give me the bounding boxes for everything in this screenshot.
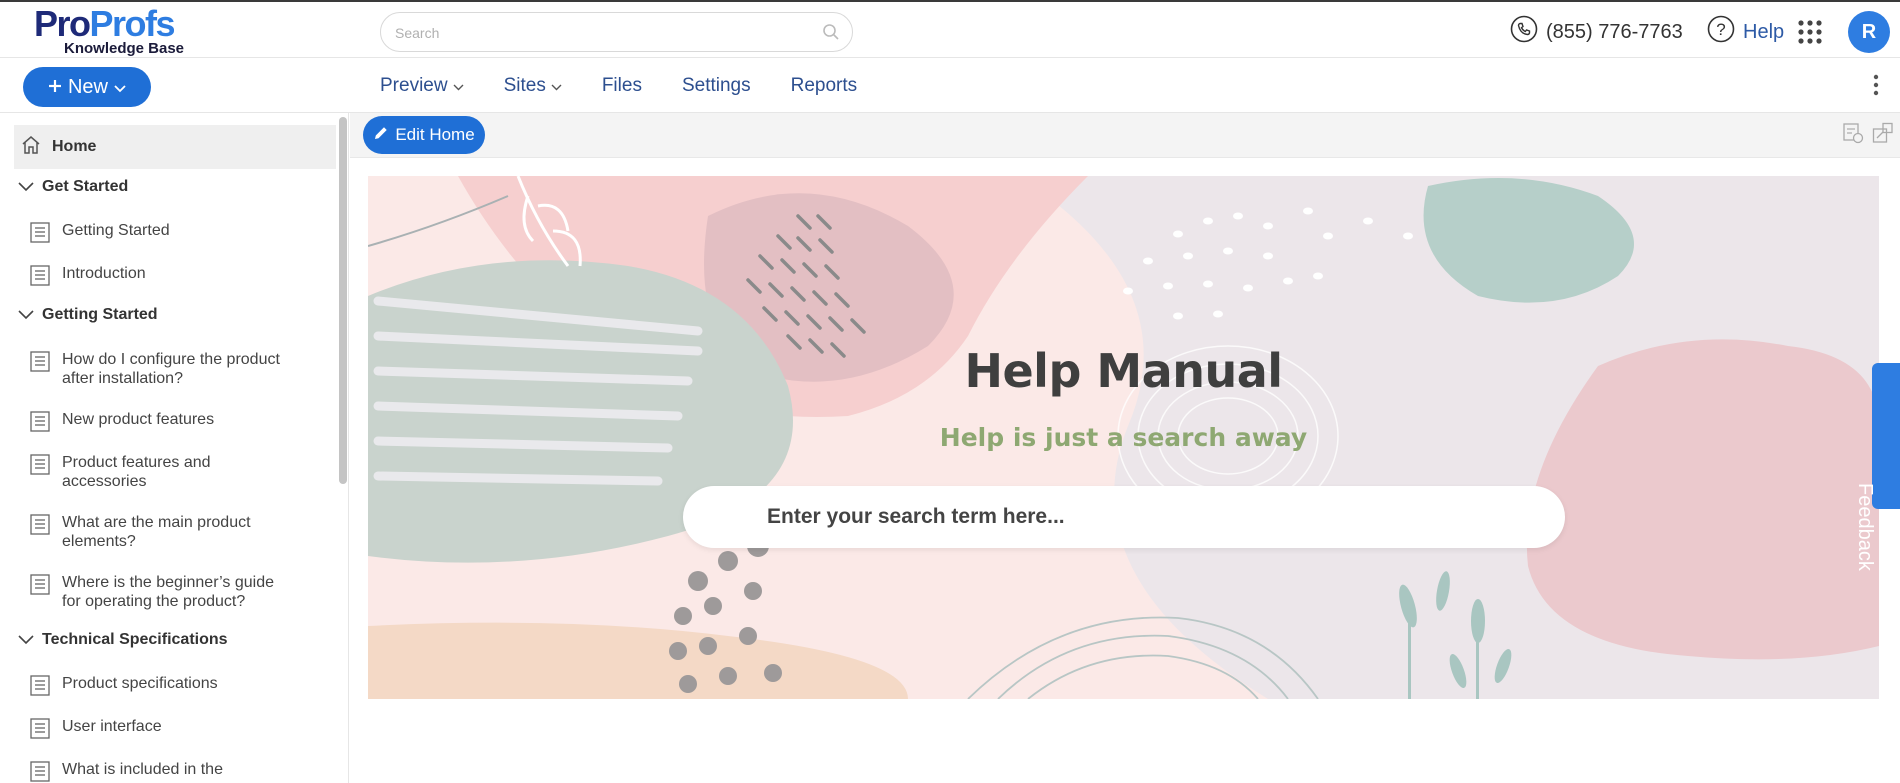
proprofs-logo[interactable]: ProProfs Knowledge Base <box>34 6 234 58</box>
knowledge-base-sidebar: Home Get Started Getting Started Introdu… <box>0 113 349 783</box>
chevron-down-icon <box>114 76 126 99</box>
chevron-down-icon <box>18 635 34 645</box>
apps-grid-icon[interactable] <box>1798 20 1822 49</box>
nav-settings-label: Settings <box>681 74 751 96</box>
help-label: Help <box>1743 20 1785 43</box>
chevron-down-icon <box>18 310 34 320</box>
help-link[interactable]: ? Help <box>1707 15 1785 49</box>
new-button-label: New <box>67 75 108 98</box>
banner-search-input[interactable] <box>767 503 1467 531</box>
article-title: Product specifications <box>62 675 218 692</box>
nav-reports-label: Reports <box>790 74 858 96</box>
section-title: Technical Specifications <box>42 631 228 648</box>
article-title: Product features and accessories <box>62 454 211 490</box>
sidebar-scrollbar[interactable] <box>339 117 347 484</box>
article-title: How do I configure the product after ins… <box>62 351 280 387</box>
document-icon <box>30 454 50 475</box>
phone-icon <box>1510 15 1538 49</box>
sidebar-article[interactable]: Product features and accessories <box>30 453 297 491</box>
sidebar-article[interactable]: Getting Started <box>30 221 297 243</box>
phone-number: (855) 776-7763 <box>1546 20 1683 43</box>
article-title: Introduction <box>62 265 146 282</box>
user-avatar[interactable]: R <box>1848 11 1890 53</box>
document-icon <box>30 514 50 535</box>
document-icon <box>30 718 50 739</box>
logo-subtitle: Knowledge Base <box>64 40 185 57</box>
support-phone[interactable]: (855) 776-7763 <box>1510 15 1683 49</box>
article-title: What is included in the <box>62 761 223 778</box>
pencil-icon <box>373 125 389 146</box>
app-header: ProProfs Knowledge Base (855) 776-7763 ?… <box>0 2 1900 58</box>
sidebar-item-home[interactable]: Home <box>14 125 336 169</box>
content-toolbar-icons <box>1842 122 1894 149</box>
document-icon <box>30 411 50 432</box>
feedback-tab[interactable]: Feedback <box>1854 363 1900 571</box>
top-nav: Preview Sites Files Settings Reports <box>380 58 897 113</box>
article-title: User interface <box>62 718 162 735</box>
sidebar-home-label: Home <box>52 138 97 155</box>
section-title: Getting Started <box>42 306 158 323</box>
chevron-down-icon <box>551 75 562 97</box>
svg-text:?: ? <box>1716 20 1725 39</box>
home-icon <box>20 134 42 161</box>
nav-reports[interactable]: Reports <box>791 75 858 97</box>
chevron-down-icon <box>453 75 464 97</box>
sidebar-article[interactable]: User interface <box>30 717 297 739</box>
article-title: Where is the beginner’s guide for operat… <box>62 574 274 610</box>
nav-sites-label: Sites <box>503 74 546 96</box>
global-search-box[interactable] <box>380 12 853 52</box>
sidebar-section-technical-specifications[interactable]: Technical Specifications <box>18 631 228 649</box>
sidebar-article[interactable]: How do I configure the product after ins… <box>30 350 297 388</box>
edit-home-button[interactable]: Edit Home <box>363 116 485 154</box>
document-icon <box>30 761 50 782</box>
home-hero-banner: Help Manual Help is just a search away <box>368 176 1879 699</box>
nav-files-label: Files <box>601 74 642 96</box>
banner-search-box[interactable] <box>683 486 1565 548</box>
document-icon <box>30 222 50 243</box>
article-title: Getting Started <box>62 222 170 239</box>
document-icon <box>30 675 50 696</box>
help-icon: ? <box>1707 15 1735 49</box>
document-icon <box>30 574 50 595</box>
banner-subtitle: Help is just a search away <box>939 423 1308 452</box>
sidebar-article[interactable]: New product features <box>30 410 297 432</box>
nav-settings[interactable]: Settings <box>682 75 751 97</box>
logo-wordmark: ProProfs <box>34 3 176 44</box>
main-toolbar: New Preview Sites Files Settings Reports <box>0 58 1900 113</box>
sidebar-section-get-started[interactable]: Get Started <box>18 178 128 196</box>
edit-home-label: Edit Home <box>395 125 475 144</box>
chevron-down-icon <box>18 182 34 192</box>
expand-icon[interactable] <box>1872 122 1894 149</box>
banner-title: Help Manual <box>964 344 1283 398</box>
sidebar-article[interactable]: What are the main product elements? <box>30 513 297 551</box>
nav-files[interactable]: Files <box>602 75 642 97</box>
feedback-label: Feedback <box>1854 483 1876 571</box>
nav-preview-label: Preview <box>380 74 448 96</box>
history-icon[interactable] <box>1842 122 1864 149</box>
sidebar-article[interactable]: Introduction <box>30 264 297 286</box>
article-title: What are the main product elements? <box>62 514 251 550</box>
sidebar-article[interactable]: Product specifications <box>30 674 297 696</box>
sidebar-section-getting-started[interactable]: Getting Started <box>18 306 158 324</box>
plus-icon <box>48 76 62 99</box>
sidebar-article[interactable]: Where is the beginner’s guide for operat… <box>30 573 297 611</box>
nav-sites[interactable]: Sites <box>504 75 562 97</box>
nav-preview[interactable]: Preview <box>380 75 464 97</box>
sidebar-article[interactable]: What is included in the <box>30 760 297 782</box>
document-icon <box>30 351 50 372</box>
search-icon[interactable] <box>822 23 840 46</box>
document-icon <box>30 265 50 286</box>
more-options-icon[interactable] <box>1873 74 1879 101</box>
content-toolbar <box>350 113 1900 158</box>
global-search-input[interactable] <box>395 22 795 44</box>
section-title: Get Started <box>42 178 129 195</box>
new-button[interactable]: New <box>23 67 151 107</box>
article-title: New product features <box>62 411 215 428</box>
